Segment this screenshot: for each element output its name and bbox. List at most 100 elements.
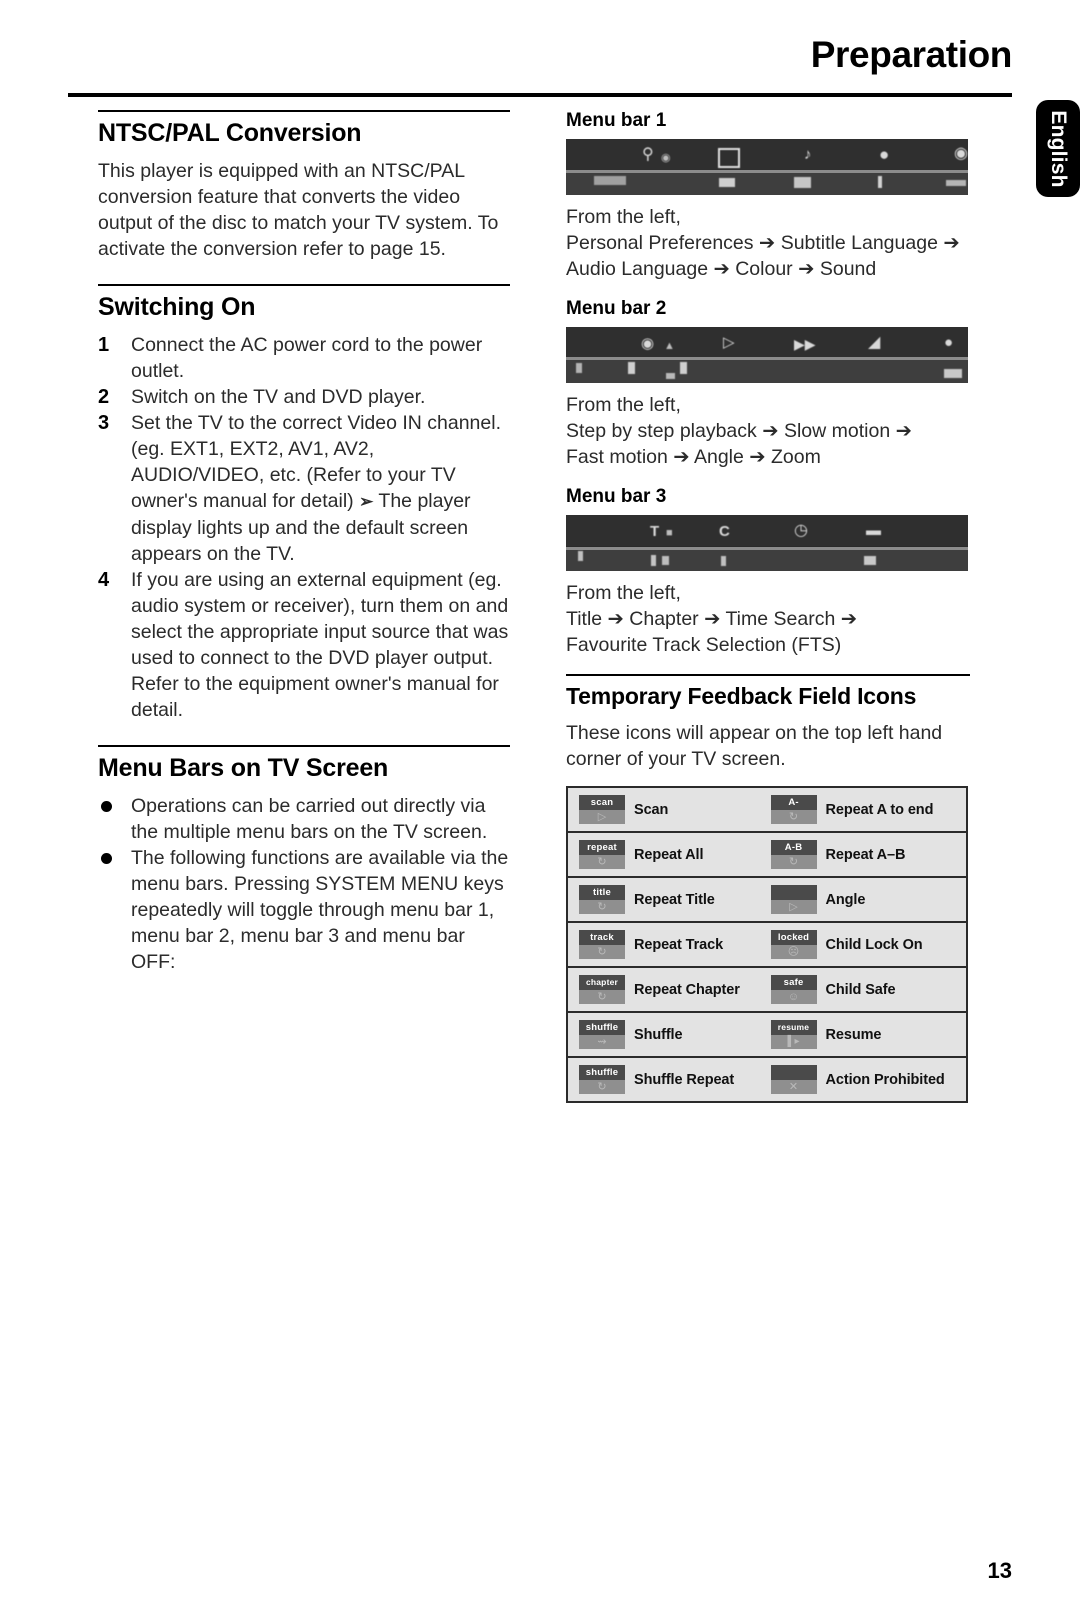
- menu-bar-sub-swatch: [944, 369, 962, 378]
- page-title: Preparation: [810, 34, 1013, 75]
- icon-glyph: ↻: [597, 946, 607, 958]
- icon-glyph: ☺: [787, 991, 800, 1003]
- favourite-track-selection-icon: ▬: [866, 522, 881, 539]
- angle-icon: ◢: [868, 334, 881, 351]
- icon-caption: scan: [579, 795, 625, 810]
- section-rule: [566, 674, 970, 676]
- table-row: chapter ↻ Repeat Chapter safe ☺ Child Sa…: [567, 967, 967, 1012]
- section-paragraph-ntsc-pal: This player is equipped with an NTSC/PAL…: [98, 160, 499, 260]
- menu-bar-block-1: Menu bar 1 ⚲ ◉ ♪ ● ◉ From the left, Pers…: [566, 110, 970, 282]
- menu-bar-1-screenshot: ⚲ ◉ ♪ ● ◉: [566, 139, 968, 195]
- page-number: 13: [987, 1558, 1012, 1583]
- repeat-chapter-icon: chapter ↻: [579, 975, 625, 1004]
- caption-line-1: Title ➔ Chapter ➔ Time Search ➔: [566, 608, 858, 630]
- menu-bar-sub-swatch: [721, 556, 726, 566]
- caption-intro: From the left,: [566, 206, 681, 228]
- section-switching-on: Switching On 1 Connect the AC power cord…: [98, 284, 510, 723]
- table-cell-left: scan ▷ Scan: [567, 787, 760, 832]
- action-prohibited-icon: ✕: [770, 1065, 817, 1094]
- caption-intro: From the left,: [566, 394, 681, 416]
- icon-label: Repeat Title: [634, 891, 715, 908]
- child-lock-on-icon: locked ☹: [770, 930, 817, 959]
- table-cell-left: shuffle ↻ Shuffle Repeat: [567, 1057, 760, 1102]
- table-cell-right: ✕ Action Prohibited: [760, 1057, 967, 1102]
- repeat-a-to-end-icon: A- ↻: [770, 795, 817, 824]
- menu-bar-3-caption: From the left, Title ➔ Chapter ➔ Time Se…: [566, 580, 970, 658]
- section-title-menu-bars: Menu Bars on TV Screen: [98, 754, 389, 782]
- section-rule: [98, 745, 510, 747]
- step-item: 3 Set the TV to the correct Video IN cha…: [98, 410, 510, 567]
- icon-label: Angle: [825, 891, 866, 908]
- icon-glyph: ⇝: [597, 1036, 607, 1048]
- step-text: If you are using an external equipment (…: [131, 569, 509, 721]
- step-number: 1: [98, 334, 110, 356]
- shuffle-repeat-icon: shuffle ↻: [579, 1065, 625, 1094]
- bullet-dot-icon: [101, 853, 112, 864]
- icon-label: Action Prohibited: [825, 1071, 945, 1088]
- page-header: Preparation: [68, 34, 1013, 75]
- table-cell-left: chapter ↻ Repeat Chapter: [567, 967, 760, 1012]
- icon-label: Child Safe: [825, 981, 896, 998]
- step-text: Connect the AC power cord to the power o…: [131, 334, 483, 382]
- menu-bar-sub-swatch: [662, 556, 669, 565]
- table-row: scan ▷ Scan A- ↻ Repeat A to end: [567, 787, 967, 832]
- menu-bar-sub-swatch: [878, 176, 882, 188]
- icon-glyph: ✕: [788, 1081, 799, 1093]
- menu-bar-2-caption: From the left, Step by step playback ➔ S…: [566, 392, 970, 470]
- table-cell-right: safe ☺ Child Safe: [760, 967, 967, 1012]
- colour-icon: ●: [879, 145, 890, 164]
- feedback-icons-table: scan ▷ Scan A- ↻ Repeat A to end repeat …: [566, 786, 968, 1103]
- menu-bar-block-3: Menu bar 3 T ■ C ◷ ▬ From the left, Titl…: [566, 486, 970, 658]
- icon-label: Repeat Track: [634, 936, 724, 953]
- icon-caption: repeat: [579, 840, 625, 855]
- step-item: 4 If you are using an external equipment…: [98, 567, 510, 723]
- shuffle-icon: shuffle ⇝: [579, 1020, 625, 1049]
- table-cell-left: shuffle ⇝ Shuffle: [567, 1012, 760, 1057]
- icon-caption: title: [579, 885, 625, 900]
- icon-caption: A-: [770, 795, 817, 810]
- language-tab-label: English: [1047, 109, 1070, 188]
- menu-bar-highlight-swatch: [594, 176, 626, 185]
- step-number: 4: [98, 569, 110, 591]
- arrow-icon: ➢: [359, 492, 374, 511]
- icon-label: Repeat A–B: [825, 846, 906, 863]
- menu-bar-3-label: Menu bar 3: [566, 486, 667, 507]
- caption-line-2: Audio Language ➔ Colour ➔ Sound: [566, 258, 877, 280]
- angle-icon: ▷: [770, 885, 817, 914]
- menu-bar-bottom-band: [566, 173, 968, 195]
- icon-caption: track: [579, 930, 625, 945]
- table-cell-left: repeat ↻ Repeat All: [567, 832, 760, 877]
- table-cell-right: A- ↻ Repeat A to end: [760, 787, 967, 832]
- icon-glyph: ↻: [597, 901, 607, 913]
- fast-motion-icon: ▶▶: [794, 336, 816, 352]
- menu-bar-bottom-band: [566, 550, 968, 571]
- icon-glyph: ☹: [787, 946, 800, 958]
- step-by-step-playback-icon: ◉: [641, 335, 655, 352]
- caption-line-2: Favourite Track Selection (FTS): [566, 634, 842, 656]
- document-page: Preparation English NTSC/PAL Conversion …: [0, 0, 1080, 1618]
- table-cell-right: locked ☹ Child Lock On: [760, 922, 967, 967]
- sound-icon: ◉: [954, 145, 968, 162]
- language-tab: English: [1036, 100, 1080, 197]
- left-column: NTSC/PAL Conversion This player is equip…: [98, 110, 510, 977]
- icon-label: Repeat A to end: [825, 801, 934, 818]
- icon-caption: chapter: [579, 975, 625, 990]
- icon-caption: safe: [770, 975, 817, 990]
- menu-bar-3-screenshot: T ■ C ◷ ▬: [566, 515, 968, 571]
- repeat-all-icon: repeat ↻: [579, 840, 625, 869]
- chapter-icon: C: [719, 523, 730, 540]
- menu-bar-sub-swatch: [719, 178, 735, 187]
- table-row: repeat ↻ Repeat All A-B ↻ Repeat A–B: [567, 832, 967, 877]
- icon-caption: shuffle: [579, 1065, 625, 1080]
- table-cell-right: resume ▌▸ Resume: [760, 1012, 967, 1057]
- icon-glyph: ↻: [597, 1081, 607, 1093]
- title-icon: T: [650, 523, 660, 540]
- icon-label: Scan: [634, 801, 669, 818]
- zoom-icon: ●: [944, 334, 954, 351]
- icon-label: Repeat All: [634, 846, 704, 863]
- menu-bar-top-band: [566, 139, 968, 170]
- child-safe-icon: safe ☺: [770, 975, 817, 1004]
- bullet-text: The following functions are available vi…: [131, 847, 509, 973]
- icon-label: Shuffle Repeat: [634, 1071, 735, 1088]
- icon-glyph: ↻: [597, 991, 607, 1003]
